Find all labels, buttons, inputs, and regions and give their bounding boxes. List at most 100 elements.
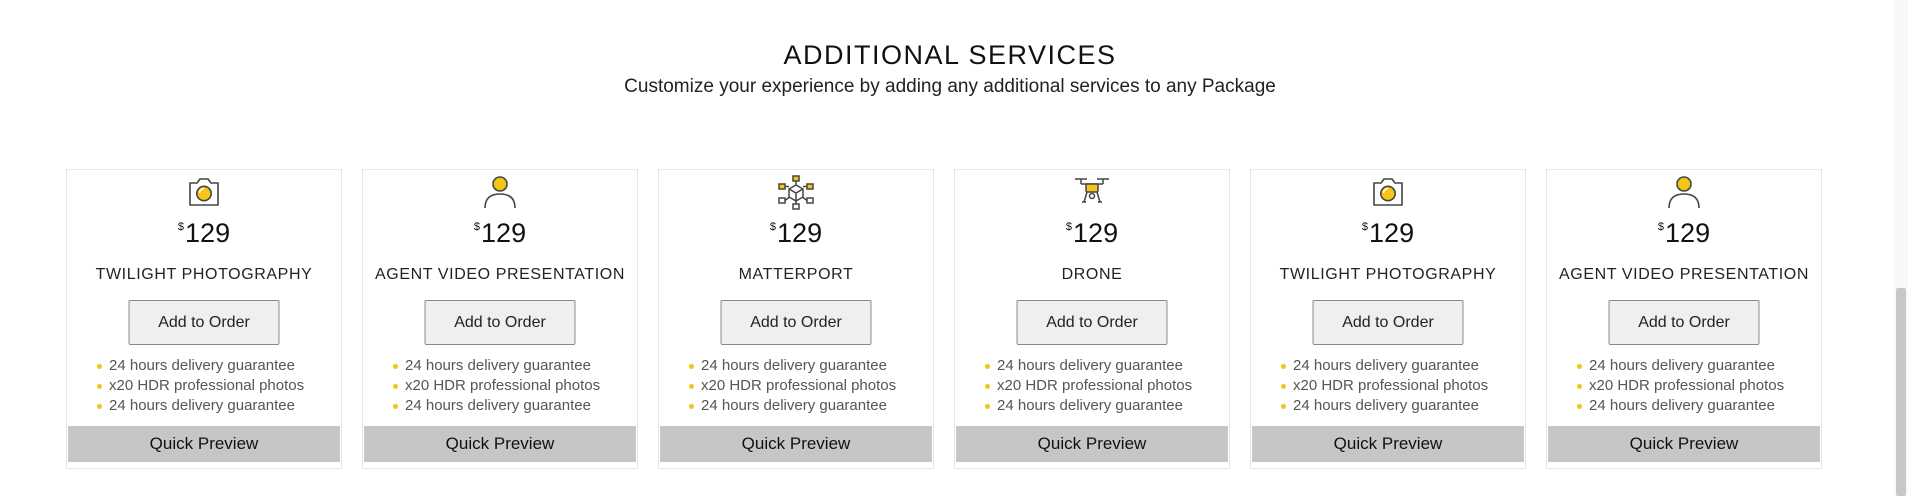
feature-item: x20 HDR professional photos bbox=[1577, 376, 1784, 396]
bullet-dot-icon bbox=[393, 404, 398, 409]
price-amount: 129 bbox=[1369, 218, 1415, 248]
feature-text: 24 hours delivery guarantee bbox=[997, 397, 1183, 414]
price-currency: $ bbox=[769, 221, 777, 233]
feature-list: 24 hours delivery guarantee x20 HDR profe… bbox=[1281, 356, 1488, 416]
add-to-order-button[interactable]: Add to Order bbox=[128, 300, 280, 345]
quick-preview-button[interactable]: Quick Preview bbox=[660, 426, 932, 462]
price: $129 bbox=[67, 218, 341, 249]
add-to-order-button[interactable]: Add to Order bbox=[1608, 300, 1760, 345]
bullet-dot-icon bbox=[689, 364, 694, 369]
bullet-dot-icon bbox=[97, 384, 102, 389]
quick-preview-button[interactable]: Quick Preview bbox=[68, 426, 340, 462]
feature-item: x20 HDR professional photos bbox=[393, 376, 600, 396]
feature-item: x20 HDR professional photos bbox=[689, 376, 896, 396]
quick-preview-button[interactable]: Quick Preview bbox=[1252, 426, 1524, 462]
feature-text: x20 HDR professional photos bbox=[109, 377, 305, 394]
feature-text: 24 hours delivery guarantee bbox=[109, 397, 295, 414]
section-header: ADDITIONAL SERVICES Customize your exper… bbox=[0, 38, 1900, 100]
price-amount: 129 bbox=[1665, 218, 1711, 248]
feature-list: 24 hours delivery guarantee x20 HDR profe… bbox=[97, 356, 304, 416]
feature-item: x20 HDR professional photos bbox=[985, 376, 1192, 396]
service-name: MATTERPORT bbox=[738, 266, 854, 283]
feature-item: 24 hours delivery guarantee bbox=[97, 396, 304, 416]
section-title: ADDITIONAL SERVICES bbox=[783, 40, 1117, 70]
service-name: AGENT VIDEO PRESENTATION bbox=[1559, 266, 1809, 283]
service-card-5: $129 TWILIGHT PHOTOGRAPHY Add to Order 2… bbox=[1250, 169, 1526, 469]
add-to-order-button[interactable]: Add to Order bbox=[1016, 300, 1168, 345]
price-currency: $ bbox=[177, 221, 185, 233]
feature-text: x20 HDR professional photos bbox=[997, 377, 1193, 394]
bullet-dot-icon bbox=[689, 404, 694, 409]
bullet-dot-icon bbox=[393, 364, 398, 369]
price-currency: $ bbox=[1361, 221, 1369, 233]
feature-text: 24 hours delivery guarantee bbox=[109, 357, 295, 374]
price-currency: $ bbox=[473, 221, 481, 233]
bullet-dot-icon bbox=[97, 404, 102, 409]
feature-item: 24 hours delivery guarantee bbox=[689, 356, 896, 376]
scrollbar-thumb[interactable] bbox=[1896, 288, 1906, 496]
feature-text: 24 hours delivery guarantee bbox=[701, 357, 887, 374]
page: ADDITIONAL SERVICES Customize your exper… bbox=[0, 0, 1908, 496]
person-icon bbox=[481, 174, 519, 210]
feature-text: 24 hours delivery guarantee bbox=[405, 397, 591, 414]
feature-text: x20 HDR professional photos bbox=[1293, 377, 1489, 394]
service-card-3: $129 MATTERPORT Add to Order 24 hours de… bbox=[658, 169, 934, 469]
bullet-dot-icon bbox=[393, 384, 398, 389]
drone-icon bbox=[1073, 174, 1111, 210]
price: $129 bbox=[955, 218, 1229, 249]
section-subtitle: Customize your experience by adding any … bbox=[624, 76, 1276, 97]
feature-item: x20 HDR professional photos bbox=[97, 376, 304, 396]
price: $129 bbox=[1547, 218, 1821, 249]
feature-item: 24 hours delivery guarantee bbox=[393, 396, 600, 416]
feature-item: 24 hours delivery guarantee bbox=[1281, 356, 1488, 376]
bullet-dot-icon bbox=[689, 384, 694, 389]
service-card-2: $129 AGENT VIDEO PRESENTATION Add to Ord… bbox=[362, 169, 638, 469]
service-card-1: $129 TWILIGHT PHOTOGRAPHY Add to Order 2… bbox=[66, 169, 342, 469]
bullet-dot-icon bbox=[1577, 364, 1582, 369]
feature-list: 24 hours delivery guarantee x20 HDR profe… bbox=[393, 356, 600, 416]
bullet-dot-icon bbox=[1281, 384, 1286, 389]
price: $129 bbox=[659, 218, 933, 249]
feature-item: 24 hours delivery guarantee bbox=[689, 396, 896, 416]
feature-item: x20 HDR professional photos bbox=[1281, 376, 1488, 396]
price-amount: 129 bbox=[481, 218, 527, 248]
bullet-dot-icon bbox=[985, 404, 990, 409]
bullet-dot-icon bbox=[1281, 364, 1286, 369]
service-name: AGENT VIDEO PRESENTATION bbox=[375, 266, 625, 283]
price-amount: 129 bbox=[1073, 218, 1119, 248]
bullet-dot-icon bbox=[1577, 384, 1582, 389]
add-to-order-button[interactable]: Add to Order bbox=[720, 300, 872, 345]
scrollbar-track[interactable] bbox=[1894, 0, 1908, 496]
price-currency: $ bbox=[1065, 221, 1073, 233]
quick-preview-button[interactable]: Quick Preview bbox=[364, 426, 636, 462]
feature-list: 24 hours delivery guarantee x20 HDR profe… bbox=[1577, 356, 1784, 416]
price-currency: $ bbox=[1657, 221, 1665, 233]
service-name: DRONE bbox=[1061, 266, 1123, 283]
feature-text: 24 hours delivery guarantee bbox=[1293, 357, 1479, 374]
feature-item: 24 hours delivery guarantee bbox=[985, 356, 1192, 376]
quick-preview-button[interactable]: Quick Preview bbox=[956, 426, 1228, 462]
service-name: TWILIGHT PHOTOGRAPHY bbox=[1279, 266, 1497, 283]
price-amount: 129 bbox=[777, 218, 823, 248]
feature-list: 24 hours delivery guarantee x20 HDR profe… bbox=[985, 356, 1192, 416]
feature-text: x20 HDR professional photos bbox=[701, 377, 897, 394]
feature-text: x20 HDR professional photos bbox=[405, 377, 601, 394]
service-card-6: $129 AGENT VIDEO PRESENTATION Add to Ord… bbox=[1546, 169, 1822, 469]
feature-text: x20 HDR professional photos bbox=[1589, 377, 1785, 394]
quick-preview-button[interactable]: Quick Preview bbox=[1548, 426, 1820, 462]
feature-text: 24 hours delivery guarantee bbox=[1293, 397, 1479, 414]
bullet-dot-icon bbox=[97, 364, 102, 369]
price: $129 bbox=[1251, 218, 1525, 249]
add-to-order-button[interactable]: Add to Order bbox=[1312, 300, 1464, 345]
bullet-dot-icon bbox=[1281, 404, 1286, 409]
service-card-4: $129 DRONE Add to Order 24 hours deliver… bbox=[954, 169, 1230, 469]
cube-network-icon bbox=[777, 174, 815, 210]
feature-text: 24 hours delivery guarantee bbox=[405, 357, 591, 374]
camera-icon bbox=[1369, 174, 1407, 210]
person-icon bbox=[1665, 174, 1703, 210]
add-to-order-button[interactable]: Add to Order bbox=[424, 300, 576, 345]
feature-item: 24 hours delivery guarantee bbox=[97, 356, 304, 376]
bullet-dot-icon bbox=[985, 364, 990, 369]
feature-item: 24 hours delivery guarantee bbox=[1577, 356, 1784, 376]
bullet-dot-icon bbox=[1577, 404, 1582, 409]
